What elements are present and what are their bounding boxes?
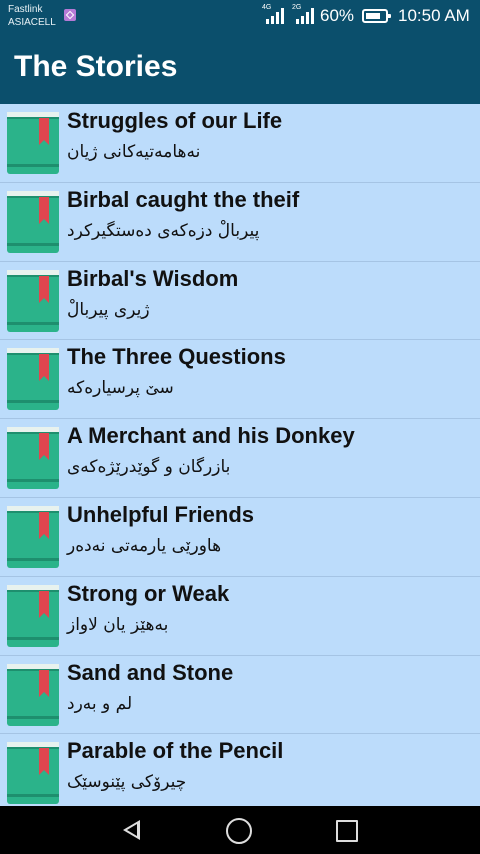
list-item[interactable]: Strong or Weak بەهێز یان لاواز (0, 577, 480, 656)
recent-apps-icon[interactable] (336, 820, 358, 842)
story-title: Struggles of our Life (67, 108, 283, 133)
story-subtitle: نەهامەتیەکانی ژیان (67, 142, 201, 162)
book-icon (7, 190, 59, 253)
list-item[interactable]: Parable of the Pencil چیرۆکی پێنوسێک (0, 734, 480, 806)
story-subtitle: سێ پرسیارەکە (67, 378, 174, 399)
story-subtitle: چیرۆکی پێنوسێک (67, 772, 187, 793)
signal-icon-2 (296, 8, 316, 24)
status-bar: Fastlink ASIACELL 4G 2G 60% 10:50 AM (0, 0, 480, 32)
list-item[interactable]: Sand and Stone لم و بەرد (0, 656, 480, 735)
carrier-name-2: ASIACELL (8, 17, 56, 28)
signal-icon-1 (266, 8, 286, 24)
story-title: Birbal's Wisdom (67, 265, 239, 291)
list-item[interactable]: Struggles of our Life نەهامەتیەکانی ژیان (0, 104, 480, 183)
back-icon[interactable] (120, 816, 148, 844)
stories-list[interactable]: Struggles of our Life نەهامەتیەکانی ژیان… (0, 104, 480, 806)
page-title: The Stories (14, 50, 178, 83)
book-icon (7, 427, 59, 490)
story-subtitle: بەهێز یان لاواز (67, 614, 169, 635)
story-title: Parable of the Pencil (67, 738, 284, 764)
app-bar: The Stories (0, 32, 480, 104)
story-title: A Merchant and his Donkey (67, 423, 355, 449)
story-title: Birbal caught the theif (67, 186, 300, 212)
book-icon (7, 112, 59, 174)
story-title: Sand and Stone (67, 659, 234, 685)
story-subtitle: لم و بەرد (67, 693, 133, 714)
carrier-name-1: Fastlink (8, 4, 43, 15)
carrier-info: Fastlink ASIACELL (8, 3, 56, 29)
story-title: Strong or Weak (67, 580, 230, 606)
clock: 10:50 AM (398, 6, 470, 25)
book-icon (7, 269, 59, 332)
battery-icon (362, 9, 391, 23)
book-icon (7, 505, 59, 568)
story-subtitle: پیربالْ دزەکەی دەستگیرکرد (67, 220, 260, 241)
list-item[interactable]: Birbal's Wisdom ژیری پیربالْ (0, 262, 480, 341)
book-icon (7, 663, 59, 726)
story-title: The Three Questions (67, 344, 286, 370)
book-icon (7, 348, 59, 411)
list-item[interactable]: The Three Questions سێ پرسیارەکە (0, 340, 480, 420)
book-icon (7, 742, 59, 805)
book-icon (7, 584, 59, 647)
navigation-bar (0, 806, 480, 854)
app-notification-icon (64, 9, 76, 21)
story-subtitle: هاورێی یارمەتی نەدەر (67, 535, 222, 556)
list-item[interactable]: Unhelpful Friends هاورێی یارمەتی نەدەر (0, 498, 480, 577)
list-item[interactable]: Birbal caught the theif پیربالْ دزەکەی د… (0, 183, 480, 262)
story-title: Unhelpful Friends (67, 501, 254, 527)
battery-percent: 60% (320, 6, 355, 25)
story-subtitle: بازرگان و گوێدرێژەکەی (67, 457, 231, 478)
list-item[interactable]: A Merchant and his Donkey بازرگان و گوێد… (0, 419, 480, 498)
home-icon[interactable] (226, 818, 252, 844)
story-subtitle: ژیری پیربالْ (67, 299, 150, 320)
